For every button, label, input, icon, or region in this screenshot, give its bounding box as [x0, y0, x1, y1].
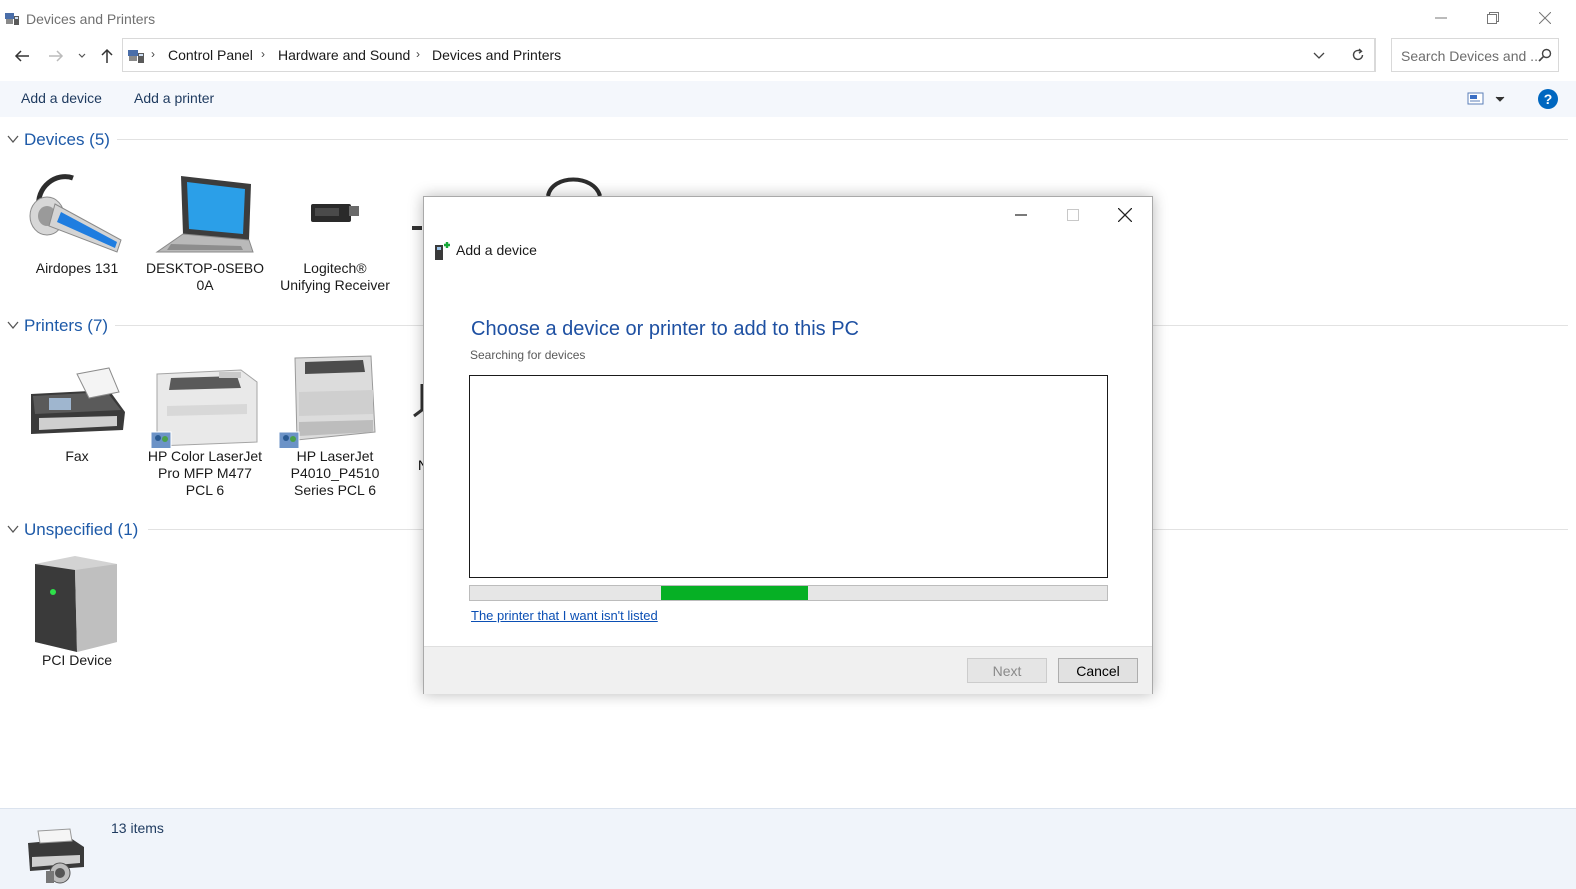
address-bar[interactable]: › Control Panel › Hardware and Sound › D…: [122, 38, 1375, 72]
restore-icon: [1487, 12, 1499, 24]
back-button[interactable]: [8, 42, 36, 70]
breadcrumb-separator-icon: ›: [416, 47, 420, 61]
device-label: DESKTOP-0SEBO 0A: [145, 260, 264, 293]
printer-hp-color-laserjet-pro-mfp-m477[interactable]: HP Color LaserJet Pro MFP M477 PCL 6: [141, 352, 269, 499]
printer-label: HP LaserJet P4010_P4510 Series PCL 6: [290, 448, 380, 498]
printer-not-listed-link[interactable]: The printer that I want isn't listed: [471, 608, 658, 623]
printer-icon: [150, 369, 258, 451]
breadcrumb-separator-icon: ›: [261, 47, 265, 61]
address-dropdown-icon[interactable]: [1313, 51, 1325, 61]
close-button[interactable]: [1519, 0, 1571, 36]
search-icon: [1538, 48, 1552, 62]
device-logitech-unifying-receiver[interactable]: Logitech® Unifying Receiver: [271, 164, 399, 294]
group-divider: [117, 139, 1568, 140]
device-results-list[interactable]: [469, 375, 1108, 578]
item-count: 13 items: [111, 820, 164, 836]
device-label: Airdopes 131: [35, 260, 119, 276]
breadcrumb-devices-and-printers[interactable]: Devices and Printers: [432, 47, 561, 63]
breadcrumb-separator-icon: ›: [151, 47, 155, 61]
close-icon: [1539, 12, 1551, 24]
refresh-icon: [1352, 48, 1363, 61]
dialog-minimize-button[interactable]: [997, 201, 1045, 229]
minimize-icon: [1015, 214, 1027, 216]
dialog-status-text: Searching for devices: [470, 348, 586, 362]
chevron-down-icon: [7, 321, 19, 330]
printer-label: Fax: [65, 448, 89, 464]
help-icon: ?: [1543, 91, 1553, 107]
breadcrumb-control-panel[interactable]: Control Panel: [168, 47, 253, 63]
maximize-icon: [1067, 209, 1079, 221]
minimize-button[interactable]: [1415, 0, 1467, 36]
device-desktop-0sebo0a[interactable]: DESKTOP-0SEBO 0A: [141, 164, 269, 294]
dialog-title: Add a device: [456, 242, 537, 258]
printer-label: HP Color LaserJet Pro MFP M477 PCL 6: [147, 448, 263, 498]
change-view-icon[interactable]: [1467, 91, 1511, 107]
add-printer-button[interactable]: Add a printer: [134, 90, 214, 106]
restore-button[interactable]: [1467, 0, 1519, 36]
devices-and-printers-icon: [5, 13, 19, 25]
group-devices-title: Devices (5): [24, 130, 110, 149]
arrow-left-icon: [14, 50, 29, 62]
partial-headset-icon: [546, 177, 602, 197]
dialog-close-button[interactable]: [1101, 201, 1149, 229]
chevron-down-icon: [7, 135, 19, 144]
device-label: Logitech® Unifying Receiver: [280, 260, 390, 293]
chevron-down-icon: [7, 525, 19, 534]
minimize-icon: [1435, 17, 1447, 19]
breadcrumb-hardware-and-sound[interactable]: Hardware and Sound: [278, 47, 410, 63]
usb-receiver-icon: [311, 204, 359, 222]
device-label: PCI Device: [41, 652, 113, 668]
close-icon: [1118, 208, 1132, 222]
devices-and-printers-large-icon: [28, 828, 84, 884]
control-panel-icon: [128, 50, 144, 63]
status-bar: 13 items: [0, 808, 1576, 889]
laptop-icon: [155, 176, 254, 253]
add-device-button[interactable]: Add a device: [21, 90, 102, 106]
up-button[interactable]: [93, 42, 121, 70]
server-icon: [35, 556, 117, 652]
window-title: Devices and Printers: [26, 11, 156, 27]
chevron-down-icon: [78, 53, 86, 58]
cancel-button[interactable]: Cancel: [1058, 658, 1138, 683]
search-input[interactable]: Search Devices and ...: [1391, 38, 1559, 72]
device-airdopes-131[interactable]: Airdopes 131: [13, 164, 141, 277]
dialog-footer: Next Cancel: [424, 646, 1152, 694]
search-placeholder: Search Devices and ...: [1401, 48, 1542, 64]
next-button[interactable]: Next: [967, 658, 1047, 683]
help-button[interactable]: ?: [1538, 89, 1558, 109]
search-progress-bar: [469, 585, 1108, 601]
add-device-dialog: Add a device Choose a device or printer …: [423, 196, 1153, 694]
device-pci-device[interactable]: PCI Device: [13, 556, 141, 669]
printer-hp-laserjet-p4010-p4510[interactable]: HP LaserJet P4010_P4510 Series PCL 6: [271, 352, 399, 499]
dialog-heading: Choose a device or printer to add to thi…: [471, 318, 859, 340]
arrow-right-icon: [49, 50, 64, 62]
progress-indicator: [661, 586, 808, 600]
forward-button[interactable]: [42, 42, 70, 70]
fax-icon: [31, 367, 125, 434]
dialog-maximize-button: [1049, 201, 1097, 229]
command-bar: Add a device Add a printer ?: [0, 81, 1576, 117]
navigation-row: › Control Panel › Hardware and Sound › D…: [0, 38, 1576, 74]
title-bar: Devices and Printers: [0, 0, 1576, 38]
group-devices-header[interactable]: Devices (5): [0, 128, 1576, 152]
headset-icon: [29, 174, 122, 253]
printer-fax[interactable]: Fax: [13, 352, 141, 465]
arrow-up-icon: [101, 48, 113, 63]
group-printers-title: Printers (7): [24, 316, 109, 335]
refresh-button[interactable]: [1340, 38, 1376, 72]
recent-locations-button[interactable]: [70, 42, 94, 70]
printer-icon: [278, 355, 376, 451]
group-unspecified-title: Unspecified (1): [24, 520, 139, 539]
add-device-icon: [435, 242, 450, 260]
